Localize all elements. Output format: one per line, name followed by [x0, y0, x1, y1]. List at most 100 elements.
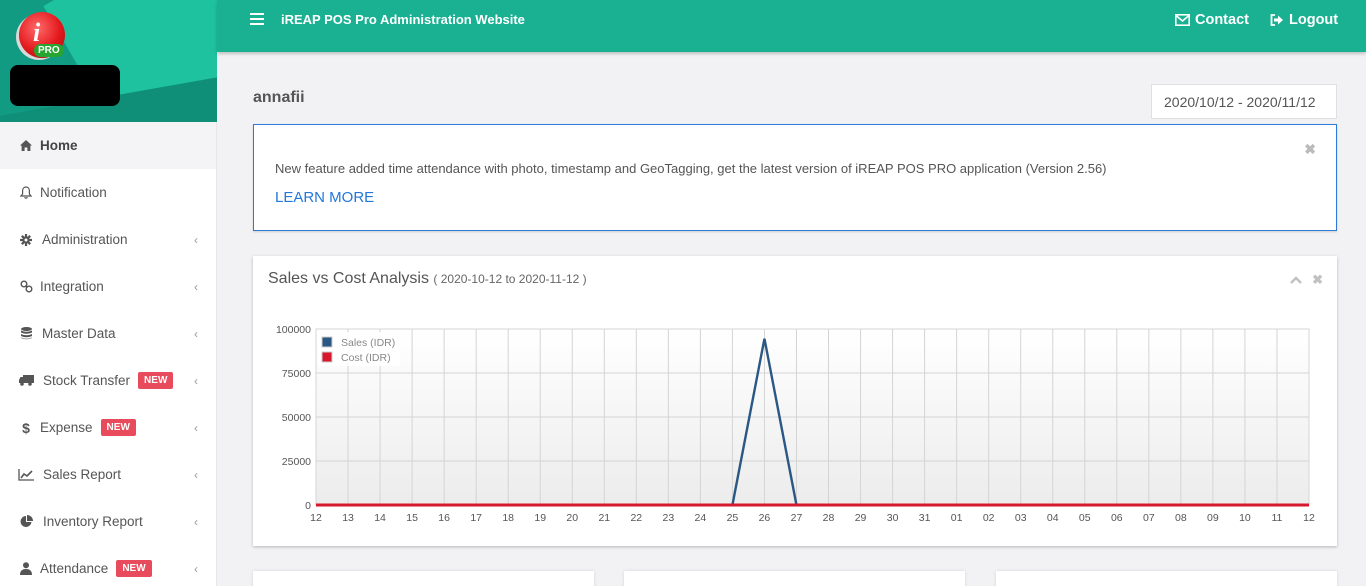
link-icon	[18, 280, 34, 293]
x-tick-label: 11	[1272, 512, 1283, 524]
contact-label: Contact	[1195, 12, 1249, 28]
feature-alert: New feature added time attendance with p…	[253, 124, 1337, 231]
sidebar-item-stock-transfer[interactable]: Stock Transfer NEW ‹	[0, 357, 216, 404]
alert-message: New feature added time attendance with p…	[275, 161, 1107, 176]
date-range-picker[interactable]: 2020/10/12 - 2020/11/12	[1151, 84, 1337, 119]
app-logo[interactable]: i PRO	[19, 12, 65, 58]
sidebar-item-home[interactable]: Home	[0, 122, 216, 169]
y-tick-label: 0	[305, 500, 311, 512]
legend-label: Cost (IDR)	[341, 352, 391, 364]
x-tick-label: 29	[855, 512, 867, 524]
new-badge: NEW	[100, 419, 136, 436]
x-tick-label: 15	[406, 512, 418, 524]
x-tick-label: 13	[342, 512, 354, 524]
new-badge: NEW	[138, 372, 174, 389]
close-icon[interactable]: ✖	[1304, 141, 1316, 158]
line-chart-icon	[18, 468, 34, 481]
x-tick-label: 02	[983, 512, 995, 524]
x-tick-label: 05	[1079, 512, 1091, 524]
x-tick-label: 14	[374, 512, 386, 524]
chevron-left-icon: ‹	[194, 232, 198, 247]
x-tick-label: 04	[1047, 512, 1059, 524]
database-icon	[18, 327, 34, 340]
sign-out-icon	[1270, 14, 1283, 26]
contact-link[interactable]: Contact	[1175, 12, 1249, 28]
user-icon	[18, 562, 34, 575]
x-tick-label: 03	[1015, 512, 1027, 524]
sidebar-item-label: Sales Report	[43, 467, 122, 482]
x-tick-label: 01	[951, 512, 963, 524]
sidebar-item-label: Stock Transfer	[43, 373, 131, 388]
envelope-icon	[1175, 14, 1190, 26]
x-tick-label: 21	[598, 512, 610, 524]
x-tick-label: 08	[1175, 512, 1187, 524]
legend-swatch	[321, 336, 333, 348]
sidebar-item-inventory-report[interactable]: Inventory Report ‹	[0, 498, 216, 545]
dollar-icon: $	[22, 419, 30, 436]
page-username: annafii	[253, 89, 305, 106]
sidebar-item-label: Administration	[42, 232, 128, 247]
sales-cost-chart: 0 25000 50000 75000 100000 12 13 14 15 16 17 18 19 20…	[276, 324, 1315, 524]
sidebar-item-administration[interactable]: Administration ‹	[0, 216, 216, 263]
x-tick-label: 12	[1303, 512, 1315, 524]
sidebar-header: i PRO	[0, 0, 217, 122]
sidebar-item-integration[interactable]: Integration ‹	[0, 263, 216, 310]
x-tick-label: 20	[566, 512, 578, 524]
chevron-left-icon: ‹	[194, 279, 198, 294]
logout-link[interactable]: Logout	[1270, 12, 1338, 28]
sidebar-item-expense[interactable]: $ Expense NEW ‹	[0, 404, 216, 451]
sidebar-item-label: Notification	[40, 185, 107, 200]
chevron-left-icon: ‹	[194, 561, 198, 576]
new-badge: NEW	[116, 560, 152, 577]
x-tick-label: 28	[823, 512, 835, 524]
y-tick-label: 75000	[282, 368, 311, 380]
hamburger-icon[interactable]	[250, 13, 264, 25]
x-tick-label: 12	[310, 512, 322, 524]
y-tick-label: 100000	[276, 324, 311, 336]
chevron-left-icon: ‹	[194, 373, 198, 388]
x-tick-label: 17	[470, 512, 482, 524]
legend-swatch	[321, 351, 333, 363]
summary-card	[624, 571, 965, 586]
app-title: iREAP POS Pro Administration Website	[281, 12, 525, 27]
chevron-left-icon: ‹	[194, 467, 198, 482]
x-tick-label: 10	[1239, 512, 1251, 524]
sidebar-item-sales-report[interactable]: Sales Report ‹	[0, 451, 216, 498]
truck-icon	[18, 375, 34, 386]
sidebar-item-attendance[interactable]: Attendance NEW ‹	[0, 545, 216, 586]
redacted-store-name	[10, 65, 120, 106]
chevron-left-icon: ‹	[194, 420, 198, 435]
x-tick-label: 25	[727, 512, 739, 524]
x-tick-label: 18	[502, 512, 514, 524]
pie-chart-icon	[18, 515, 34, 528]
sidebar-item-label: Inventory Report	[43, 514, 143, 529]
home-icon	[18, 140, 34, 151]
x-tick-label: 24	[695, 512, 707, 524]
logo-pro-badge: PRO	[34, 44, 64, 57]
x-tick-label: 23	[663, 512, 675, 524]
y-tick-label: 50000	[282, 412, 311, 424]
sales-cost-card: Sales vs Cost Analysis ( 2020-10-12 to 2…	[253, 256, 1337, 546]
x-tick-label: 09	[1207, 512, 1219, 524]
sidebar-item-label: Integration	[40, 279, 104, 294]
sidebar-nav: Home Notification Administration ‹ Integrati…	[0, 122, 216, 586]
sidebar: i PRO Home Notification Administration ‹ Int…	[0, 0, 217, 586]
sidebar-item-label: Home	[40, 138, 78, 153]
logout-label: Logout	[1289, 12, 1339, 28]
chevron-left-icon: ‹	[194, 326, 198, 341]
summary-card	[996, 571, 1337, 586]
learn-more-link[interactable]: LEARN MORE	[275, 189, 374, 206]
x-tick-label: 07	[1143, 512, 1155, 524]
x-tick-label: 26	[759, 512, 771, 524]
sidebar-item-label: Expense	[40, 420, 93, 435]
sidebar-item-master-data[interactable]: Master Data ‹	[0, 310, 216, 357]
sidebar-item-label: Attendance	[40, 561, 109, 576]
sidebar-item-notification[interactable]: Notification	[0, 169, 216, 216]
chevron-left-icon: ‹	[194, 514, 198, 529]
x-tick-label: 06	[1111, 512, 1123, 524]
top-navbar: iREAP POS Pro Administration Website Con…	[217, 0, 1366, 52]
gear-icon	[18, 233, 34, 246]
y-tick-label: 25000	[282, 456, 311, 468]
x-tick-label: 19	[534, 512, 546, 524]
summary-card	[253, 571, 594, 586]
